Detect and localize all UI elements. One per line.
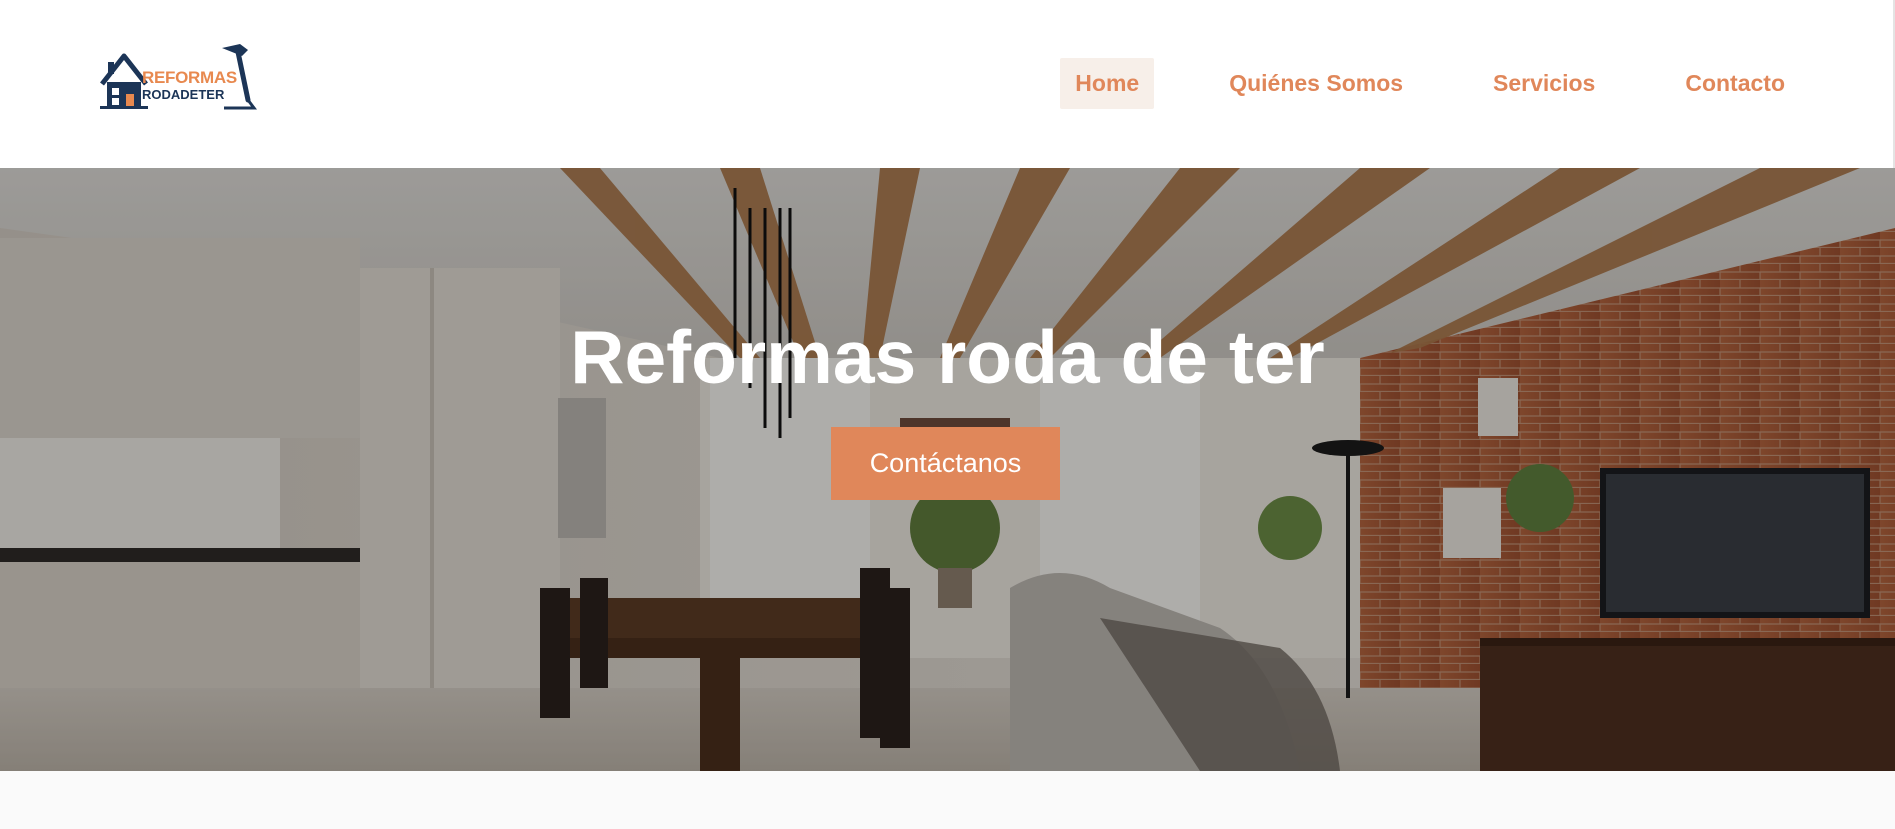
nav-item-home[interactable]: Home [1060,58,1155,109]
nav-item-servicios[interactable]: Servicios [1478,58,1610,109]
nav-item-contacto[interactable]: Contacto [1670,58,1800,109]
main-navigation: Home Quiénes Somos Servicios Contacto [1060,58,1800,109]
site-header: REFORMAS RODADETER Home Quiénes Somos Se… [0,0,1895,168]
hero-title: Reformas roda de ter [570,315,1325,399]
house-hammer-icon [100,53,148,109]
next-section-edge [0,771,1895,829]
contact-cta-button[interactable]: Contáctanos [831,427,1060,500]
hero-section: Reformas roda de ter Contáctanos [0,168,1895,771]
site-logo[interactable]: REFORMAS RODADETER [100,42,260,110]
logo-line-2: RODADETER [142,87,225,102]
logo-line-1: REFORMAS [142,68,237,87]
nav-item-quienes-somos[interactable]: Quiénes Somos [1214,58,1418,109]
